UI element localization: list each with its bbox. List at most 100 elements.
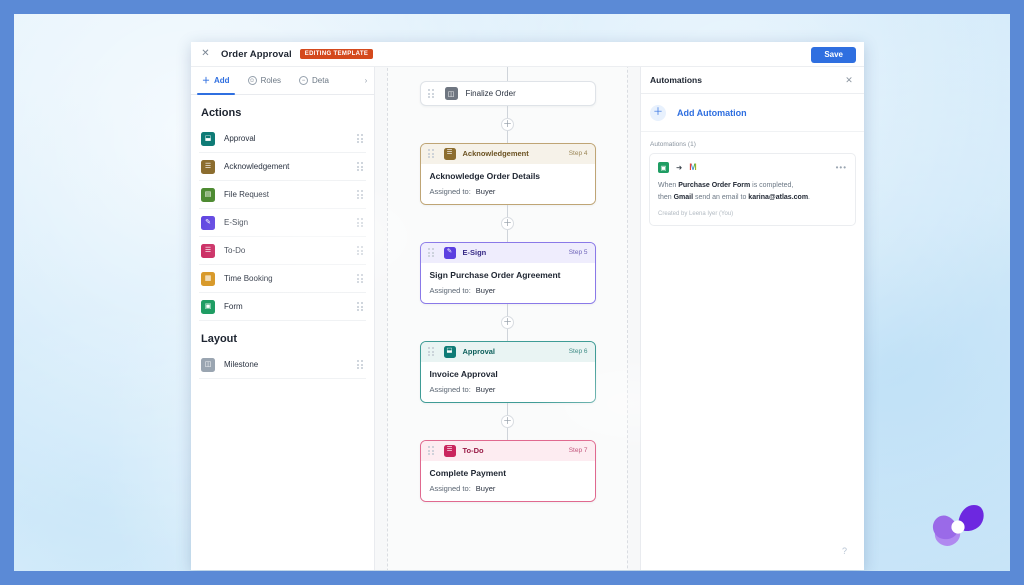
action-app: Gmail xyxy=(674,194,693,201)
automation-trigger-text: When Purchase Order Form is completed, xyxy=(658,181,847,191)
approval-icon: ⬓ xyxy=(444,346,456,358)
action-item-label: File Request xyxy=(224,190,356,199)
automation-card[interactable]: ▣ ➜ M ••• When Purchase Order Form is co… xyxy=(649,153,856,226)
to-do-icon: ☰ xyxy=(201,244,215,258)
action-item-label: Approval xyxy=(224,134,356,143)
tabs-overflow-icon[interactable]: › xyxy=(360,67,372,94)
action-item-milestone[interactable]: ◫ Milestone xyxy=(199,351,366,379)
connector-line xyxy=(507,428,508,440)
connector-line xyxy=(507,329,508,341)
action-item-to-do[interactable]: ☰ To-Do xyxy=(199,237,366,265)
connector-line xyxy=(507,230,508,242)
assignee-value: Buyer xyxy=(476,484,496,493)
sidebar-tabs: ＋ Add ☺ Roles − Deta › xyxy=(191,67,374,95)
milestone-icon: ◫ xyxy=(201,358,215,372)
gmail-icon: M xyxy=(689,163,697,172)
drag-handle-icon[interactable] xyxy=(428,148,435,159)
step-number-label: Step 7 xyxy=(569,447,588,454)
titlebar: ✕ Order Approval EDITING TEMPLATE Save xyxy=(191,42,864,67)
connector-line xyxy=(507,304,508,316)
save-button[interactable]: Save xyxy=(811,47,856,63)
section-title-layout: Layout xyxy=(201,333,366,345)
drag-handle-icon[interactable] xyxy=(356,133,363,144)
action-item-label: To-Do xyxy=(224,246,356,255)
assignee-value: Buyer xyxy=(476,187,496,196)
drag-handle-icon[interactable] xyxy=(356,273,363,284)
add-step-button[interactable]: ＋ xyxy=(501,217,514,230)
automations-count: Automations (1) xyxy=(641,132,864,153)
form-icon: ▣ xyxy=(658,162,669,173)
pinwheel-logo-icon xyxy=(928,497,988,557)
trigger-suffix: is completed, xyxy=(750,182,793,189)
drag-handle-icon[interactable] xyxy=(356,217,363,228)
action-suffix: . xyxy=(808,194,810,201)
tab-roles-label: Roles xyxy=(261,76,281,85)
drag-handle-icon[interactable] xyxy=(356,301,363,312)
drag-handle-icon[interactable] xyxy=(356,189,363,200)
close-icon[interactable]: ✕ xyxy=(843,74,855,86)
step-number-label: Step 5 xyxy=(569,249,588,256)
add-automation-button[interactable]: ＋ Add Automation xyxy=(641,94,864,132)
window-body: ＋ Add ☺ Roles − Deta › Actions xyxy=(191,67,864,570)
sidebar-content: Actions ⬓ Approval ☰ Acknowledgement ▤ F… xyxy=(191,95,374,570)
drag-handle-icon[interactable] xyxy=(428,445,435,456)
add-step-button[interactable]: ＋ xyxy=(501,118,514,131)
step-type-label: To-Do xyxy=(463,446,484,455)
action-item-form[interactable]: ▣ Form xyxy=(199,293,366,321)
milestone-card-label: Finalize Order xyxy=(466,89,516,98)
step-card-to-do[interactable]: ☰ To-Do Step 7 Complete Payment Assigned… xyxy=(420,440,596,502)
action-item-time-booking[interactable]: ▦ Time Booking xyxy=(199,265,366,293)
step-number-label: Step 4 xyxy=(569,150,588,157)
file-request-icon: ▤ xyxy=(201,188,215,202)
acknowledgement-icon: ☰ xyxy=(201,160,215,174)
page-title: Order Approval xyxy=(221,49,292,60)
action-item-e-sign[interactable]: ✎ E-Sign xyxy=(199,209,366,237)
workflow-canvas[interactable]: ◫ Finalize Order ＋ ☰ Acknowledgement xyxy=(375,67,640,570)
action-item-approval[interactable]: ⬓ Approval xyxy=(199,125,366,153)
step-card-approval[interactable]: ⬓ Approval Step 6 Invoice Approval Assig… xyxy=(420,341,596,403)
acknowledgement-icon: ☰ xyxy=(444,148,456,160)
action-mid: send an email to xyxy=(693,194,748,201)
action-item-file-request[interactable]: ▤ File Request xyxy=(199,181,366,209)
add-step-button[interactable]: ＋ xyxy=(501,415,514,428)
assignee-value: Buyer xyxy=(476,286,496,295)
step-type-label: Acknowledgement xyxy=(463,149,529,158)
close-icon[interactable]: ✕ xyxy=(199,48,212,61)
tab-details[interactable]: − Deta xyxy=(290,67,338,94)
action-item-label: E-Sign xyxy=(224,218,356,227)
add-step-button[interactable]: ＋ xyxy=(501,316,514,329)
help-icon[interactable]: ? xyxy=(837,543,852,558)
connector-line xyxy=(507,67,508,81)
drag-handle-icon[interactable] xyxy=(428,88,435,99)
drag-handle-icon[interactable] xyxy=(356,161,363,172)
step-title: Sign Purchase Order Agreement xyxy=(430,270,586,280)
drag-handle-icon[interactable] xyxy=(356,359,363,370)
connector-line xyxy=(507,131,508,143)
step-type-label: Approval xyxy=(463,347,496,356)
drag-handle-icon[interactable] xyxy=(428,346,435,357)
add-automation-label: Add Automation xyxy=(677,108,747,118)
connector-line xyxy=(507,205,508,217)
more-options-icon[interactable]: ••• xyxy=(836,163,847,172)
drag-handle-icon[interactable] xyxy=(428,247,435,258)
step-assignee: Assigned to:Buyer xyxy=(430,286,586,295)
tab-add[interactable]: ＋ Add xyxy=(193,67,239,94)
action-item-acknowledgement[interactable]: ☰ Acknowledgement xyxy=(199,153,366,181)
tab-roles[interactable]: ☺ Roles xyxy=(239,67,290,94)
tab-details-label: Deta xyxy=(312,76,329,85)
plus-icon: ＋ xyxy=(202,77,210,85)
drag-handle-icon[interactable] xyxy=(356,245,363,256)
milestone-card-finalize-order[interactable]: ◫ Finalize Order xyxy=(420,81,596,106)
step-card-acknowledgement[interactable]: ☰ Acknowledgement Step 4 Acknowledge Ord… xyxy=(420,143,596,205)
approval-icon: ⬓ xyxy=(201,132,215,146)
step-card-e-sign[interactable]: ✎ E-Sign Step 5 Sign Purchase Order Agre… xyxy=(420,242,596,304)
arrow-right-icon: ➜ xyxy=(676,164,682,172)
step-title: Complete Payment xyxy=(430,468,586,478)
action-prefix: then xyxy=(658,194,674,201)
assignee-value: Buyer xyxy=(476,385,496,394)
step-title: Acknowledge Order Details xyxy=(430,171,586,181)
status-badge: EDITING TEMPLATE xyxy=(300,49,374,60)
connector-line xyxy=(507,403,508,415)
workflow-steps: ◫ Finalize Order ＋ ☰ Acknowledgement xyxy=(375,67,640,502)
time-booking-icon: ▦ xyxy=(201,272,215,286)
